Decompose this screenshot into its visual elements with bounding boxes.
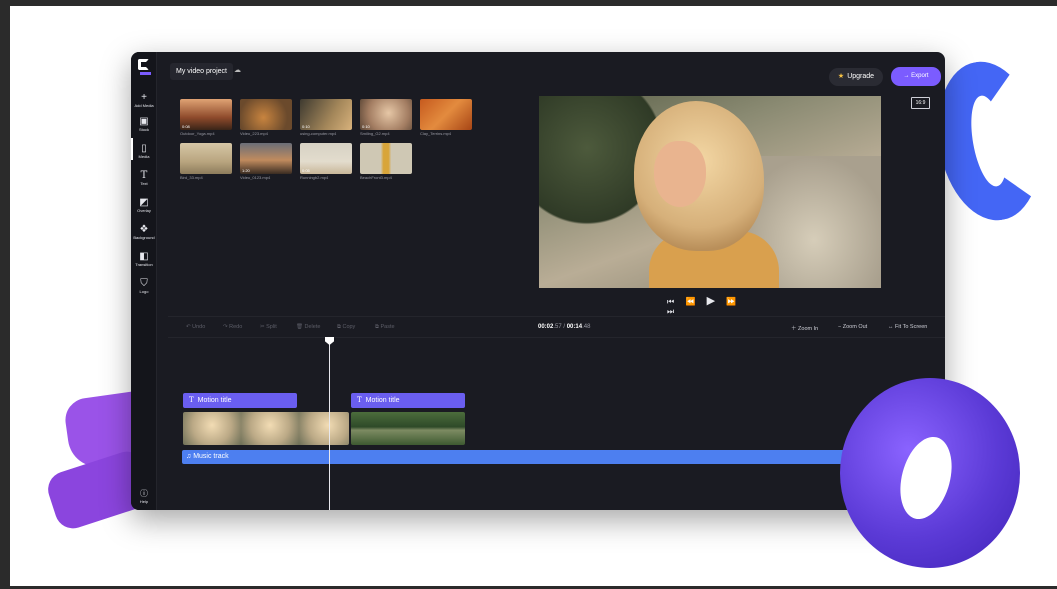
media-thumb[interactable] [180,143,232,174]
cloud-icon: ☁ [234,67,241,74]
arrow-right-icon: → [903,73,912,79]
music-track[interactable]: ♫ Music track [182,450,945,464]
sidebar-item-media[interactable]: ▯ Media [131,143,157,160]
paste-button[interactable]: ⧉ Paste [375,324,395,331]
sidebar-item-add-media[interactable]: + Add Media [131,92,157,109]
redo-button[interactable]: ↷ Redo [223,324,242,330]
media-name: Video_0123.mp4 [240,175,271,180]
text-icon: T [357,396,362,404]
plus-icon: + [141,92,147,103]
sidebar-item-label: Stock [138,127,149,132]
video-clip[interactable] [183,412,349,445]
aspect-ratio-button[interactable]: 16:9 [911,97,930,109]
undo-button[interactable]: ↶ Undo [186,324,205,330]
overlay-icon: ◩ [139,197,149,208]
media-name: Smiling_G2.mp4 [360,131,390,136]
sidebar-item-label: Add Media [134,103,154,108]
playback-controls: ⏮ ⏪ ▶ ⏩ ⏭ [667,294,757,316]
fit-to-screen-button[interactable]: ↔ Fit To Screen [888,324,927,330]
title-clip[interactable]: T Motion title [351,393,465,408]
fast-forward-icon[interactable]: ⏩ [726,297,736,306]
rewind-icon[interactable]: ⏪ [685,297,695,306]
split-button[interactable]: ✂ Split [260,324,277,330]
file-icon: ▯ [141,143,147,154]
skip-back-icon[interactable]: ⏮ [667,297,674,307]
playhead[interactable] [329,338,330,510]
upgrade-button[interactable]: ★ Upgrade [829,68,883,86]
text-icon: T [140,170,148,181]
sidebar-item-stock[interactable]: ▣ Stock [131,116,157,133]
sidebar-item-label: Background [133,235,155,240]
delete-button[interactable]: 🗑 Delete [296,324,320,330]
layers-icon: ❖ [139,224,149,235]
stock-icon: ▣ [139,116,149,127]
page-background: + Add Media ▣ Stock ▯ Media T Text ◩ Ove… [10,6,1057,586]
play-icon[interactable]: ▶ [707,294,715,307]
sidebar-item-label: Overlay [137,208,151,213]
decorative-o-shape [840,378,1020,568]
media-thumb[interactable]: 0:10 [300,99,352,130]
sidebar-item-background[interactable]: ❖ Background [131,224,157,241]
transition-icon: ◧ [139,251,149,262]
copy-button[interactable]: ⧉ Copy [337,324,355,331]
media-thumb[interactable]: 0:08 [180,99,232,130]
help-icon: ⓘ [140,489,148,498]
sidebar-item-label: Transition [135,262,153,267]
sidebar-item-text[interactable]: T Text [131,170,157,187]
export-label: Export [911,73,929,79]
timeline[interactable]: T Motion title T Motion title ♫ Music trac… [168,337,945,510]
zoom-out-button[interactable]: − Zoom Out [838,324,867,330]
sidebar-item-logo[interactable]: ⛉ Logo [131,278,157,295]
shield-icon: ⛉ [140,278,148,289]
video-clip[interactable] [351,412,465,445]
sidebar-item-overlay[interactable]: ◩ Overlay [131,197,157,214]
media-name: Bird_33.mp4 [180,175,203,180]
media-name: Outdoor_Yoga.mp4 [180,131,215,136]
editor-window: + Add Media ▣ Stock ▯ Media T Text ◩ Ove… [131,52,945,510]
sidebar-item-label: Text [140,181,148,186]
media-name: using-computer.mp4 [300,131,337,136]
star-icon: ★ [837,73,845,80]
sidebar-item-label: Media [138,154,150,159]
timeline-toolbar: ↶ Undo ↷ Redo ✂ Split 🗑 Delete ⧉ Copy ⧉ … [168,316,945,338]
timecode: 00:02.57 / 00:14.48 [538,324,591,330]
media-thumb[interactable] [420,99,472,130]
app-logo-icon[interactable] [136,58,152,76]
playhead-handle[interactable] [325,337,334,345]
project-title[interactable]: My video project [170,63,233,80]
upgrade-label: Upgrade [847,73,875,80]
sidebar-item-label: Logo [139,289,149,294]
media-thumb[interactable]: 0:10 [360,99,412,130]
help-label: Help [139,499,149,504]
zoom-in-button[interactable]: ＋ Zoom In [791,324,818,332]
sidebar: + Add Media ▣ Stock ▯ Media T Text ◩ Ove… [131,52,157,510]
media-name: Runningb2.mp4 [300,175,329,180]
media-name: Clay_Terrins.mp4 [420,131,452,136]
help-button[interactable]: ⓘ Help [131,488,157,504]
media-name: Video_223.mp4 [240,131,268,136]
sidebar-item-transition[interactable]: ◧ Transition [131,251,157,268]
media-thumb[interactable] [360,143,412,174]
title-clip[interactable]: T Motion title [183,393,297,408]
media-thumb[interactable] [240,99,292,130]
text-icon: T [189,396,194,404]
media-thumb[interactable]: 0:05 [300,143,352,174]
video-preview[interactable] [539,96,881,288]
media-name: BeachFront3.mp4 [360,175,392,180]
media-thumb[interactable]: 1:20 [240,143,292,174]
export-button[interactable]: → Export [891,67,941,86]
